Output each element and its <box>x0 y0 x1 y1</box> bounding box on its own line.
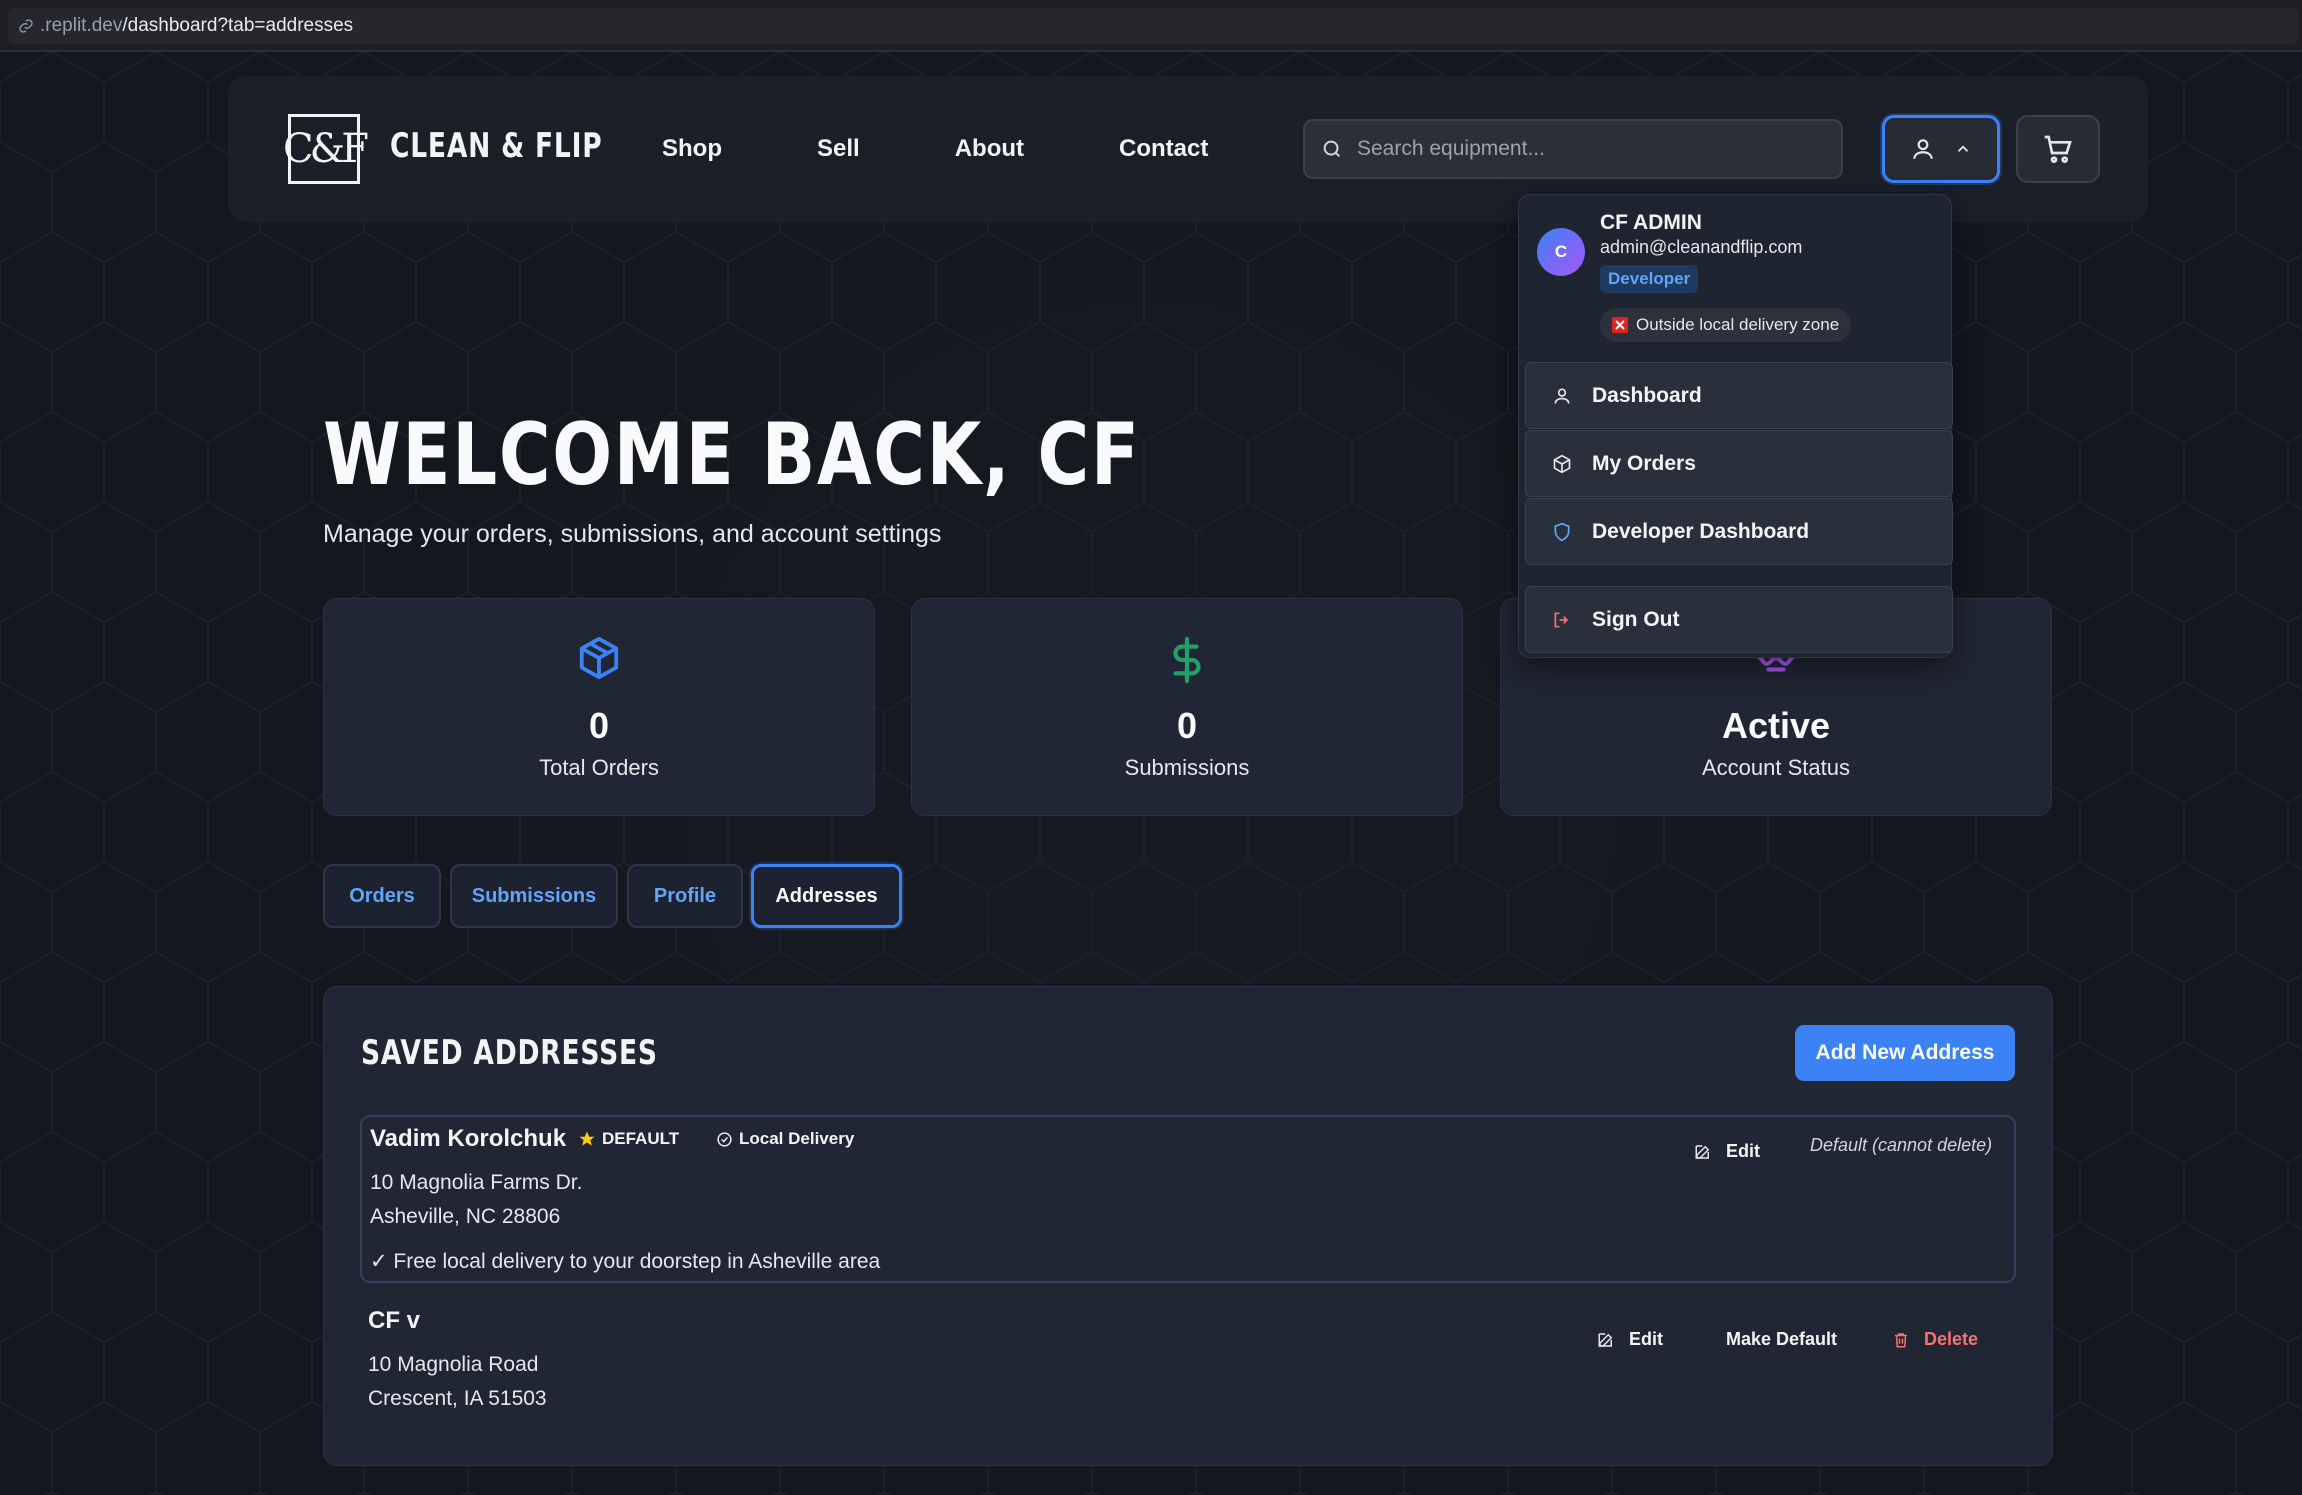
delivery-zone-status: Outside local delivery zone <box>1600 308 1852 342</box>
add-address-button[interactable]: Add New Address <box>1795 1025 2015 1081</box>
menu-item-dashboard[interactable]: Dashboard <box>1525 362 1953 429</box>
url-domain: .replit.dev <box>40 15 123 36</box>
address-card: CF v 10 Magnolia Road Crescent, IA 51503… <box>360 1307 2016 1447</box>
nav-sell[interactable]: Sell <box>817 135 860 163</box>
address-name: Vadim Korolchuk <box>370 1125 567 1152</box>
logo-text: C&F <box>283 126 369 172</box>
x-icon <box>1612 317 1628 333</box>
chevron-up-icon <box>1957 145 1969 152</box>
logo[interactable]: C&F <box>283 114 369 184</box>
user-dropdown-menu: C CF ADMIN admin@cleanandflip.com Develo… <box>1518 194 1953 658</box>
check-circle-icon <box>717 1131 732 1147</box>
menu-item-my-orders[interactable]: My Orders <box>1525 430 1953 497</box>
menu-item-label: Sign Out <box>1592 607 1680 631</box>
edit-icon <box>1695 1144 1710 1159</box>
address-card-default: Vadim Korolchuk DEFAULT Local Delivery 1… <box>360 1115 2016 1283</box>
stat-value: Active <box>1721 705 1831 746</box>
menu-item-sign-out[interactable]: Sign Out <box>1525 586 1953 653</box>
delete-label: Delete <box>1924 1329 1979 1349</box>
panel-title: SAVED ADDRESSES <box>361 1033 658 1073</box>
default-badge-label: DEFAULT <box>602 1129 680 1148</box>
main-nav: Shop Sell About Contact <box>662 76 1303 222</box>
stat-label: Submissions <box>1124 755 1250 780</box>
menu-item-developer-dashboard[interactable]: Developer Dashboard <box>1525 498 1953 565</box>
brand-name[interactable]: CLEAN & FLIP <box>390 126 602 166</box>
make-default-button[interactable]: Make Default <box>1726 1329 1837 1350</box>
edit-button[interactable]: Edit <box>1694 1141 1760 1162</box>
edit-button[interactable]: Edit <box>1597 1329 1663 1350</box>
cart-button[interactable] <box>2016 115 2100 183</box>
url-path: /dashboard?tab=addresses <box>122 15 354 36</box>
delete-button[interactable]: Delete <box>1892 1329 1978 1350</box>
package-icon <box>1553 454 1571 473</box>
search-input[interactable] <box>1357 137 1827 161</box>
default-badge: DEFAULT <box>578 1129 679 1149</box>
shopping-cart-icon <box>2044 135 2072 163</box>
menu-item-label: Dashboard <box>1592 383 1702 407</box>
user-menu-button[interactable] <box>1882 115 2000 183</box>
nav-shop[interactable]: Shop <box>662 135 722 163</box>
stat-card-submissions: 0 Submissions <box>911 598 1463 816</box>
stat-value: 0 <box>1176 705 1198 746</box>
edit-label: Edit <box>1629 1329 1663 1349</box>
star-icon <box>579 1131 595 1146</box>
edit-label: Edit <box>1726 1141 1760 1161</box>
role-badge: Developer <box>1600 265 1699 293</box>
tab-submissions[interactable]: Submissions <box>450 864 618 928</box>
address-line-1: 10 Magnolia Road <box>368 1353 539 1376</box>
user-icon <box>1554 388 1570 404</box>
default-cannot-delete-note: Default (cannot delete) <box>1810 1135 1993 1155</box>
dollar-icon <box>1164 635 1210 690</box>
trash-icon <box>1895 1332 1907 1347</box>
sign-out-icon <box>1554 612 1569 627</box>
package-icon <box>576 635 622 686</box>
link-icon <box>19 19 33 33</box>
tab-addresses[interactable]: Addresses <box>751 864 902 928</box>
local-delivery-label: Local Delivery <box>739 1129 855 1148</box>
stat-value: 0 <box>588 705 610 746</box>
page-subtitle: Manage your orders, submissions, and acc… <box>323 520 942 548</box>
page-title: WELCOME BACK, CF <box>323 405 1141 505</box>
address-line-1: 10 Magnolia Farms Dr. <box>370 1171 583 1194</box>
stat-card-total-orders: 0 Total Orders <box>323 598 875 816</box>
user-icon <box>1913 139 1933 159</box>
stat-label: Account Status <box>1702 755 1850 780</box>
edit-icon <box>1598 1332 1613 1347</box>
address-line-2: Crescent, IA 51503 <box>368 1387 547 1410</box>
zone-status-label: Outside local delivery zone <box>1636 315 1840 334</box>
delivery-note: ✓ Free local delivery to your doorstep i… <box>370 1250 881 1273</box>
saved-addresses-panel: SAVED ADDRESSES Add New Address Vadim Ko… <box>323 986 2053 1466</box>
user-name: CF ADMIN <box>1600 211 1702 234</box>
nav-contact[interactable]: Contact <box>1119 135 1208 163</box>
menu-item-label: My Orders <box>1592 451 1696 475</box>
tab-profile[interactable]: Profile <box>627 864 743 928</box>
browser-url-bar: .replit.dev/dashboard?tab=addresses <box>0 0 2302 52</box>
stat-label: Total Orders <box>539 755 659 780</box>
avatar: C <box>1537 228 1585 276</box>
address-name: CF v <box>368 1307 421 1334</box>
tab-orders[interactable]: Orders <box>323 864 441 928</box>
local-delivery-badge: Local Delivery <box>716 1129 854 1149</box>
menu-item-label: Developer Dashboard <box>1592 519 1810 543</box>
user-email: admin@cleanandflip.com <box>1600 237 1803 257</box>
search-icon <box>1323 140 1341 158</box>
address-line-2: Asheville, NC 28806 <box>370 1205 561 1228</box>
search-box <box>1303 119 1843 179</box>
url-field[interactable]: .replit.dev/dashboard?tab=addresses <box>8 8 2298 44</box>
shield-icon <box>1554 522 1570 541</box>
nav-about[interactable]: About <box>955 135 1024 163</box>
